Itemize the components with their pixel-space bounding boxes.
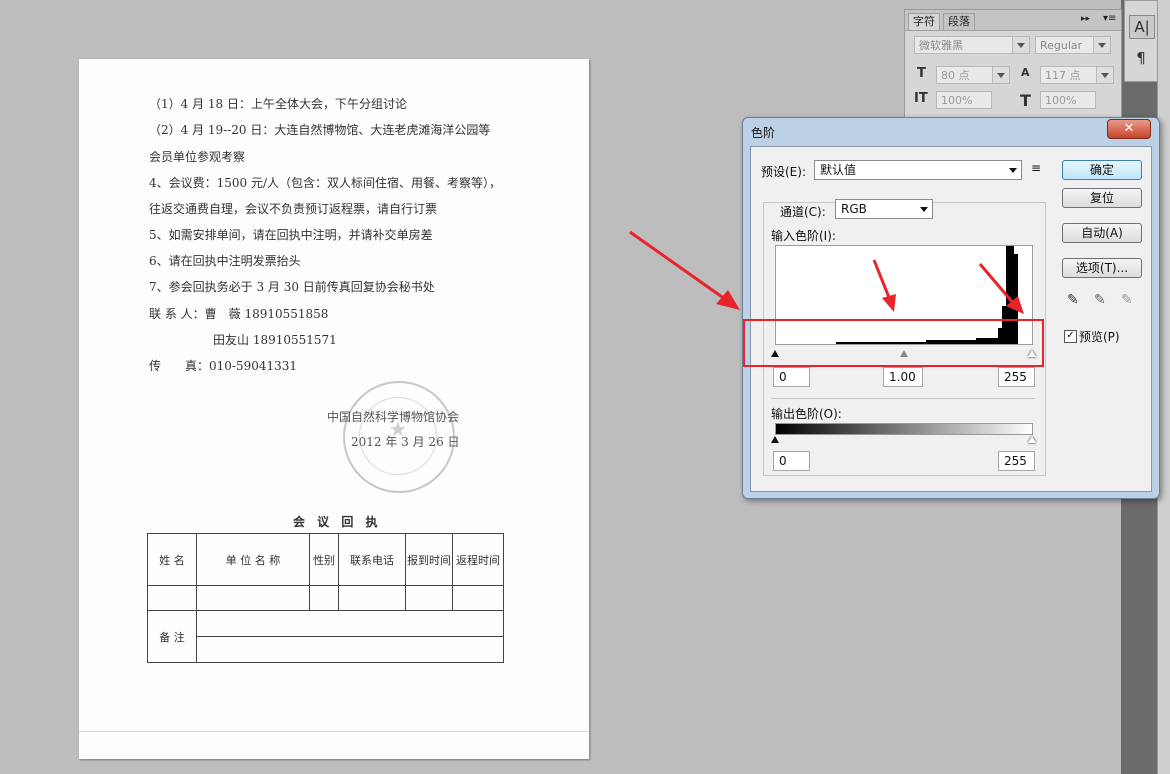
font-family-select[interactable]: 微软雅黑 (914, 36, 1030, 54)
th-arrival: 报到时间 (405, 533, 453, 586)
preview-checkbox[interactable]: ✓ (1064, 330, 1077, 343)
gray-eyedropper-icon[interactable]: ✎ (1094, 292, 1106, 308)
separator (771, 398, 1035, 399)
doc-line: 7、参会回执务必于 3 月 30 日前传真回复协会秘书处 (149, 280, 435, 294)
input-white-field[interactable]: 255 (998, 367, 1035, 387)
close-button[interactable]: ✕ (1107, 119, 1151, 139)
tab-character[interactable]: 字符 (908, 13, 940, 30)
levels-dialog: 色阶 ✕ 预设(E): 默认值 ≡ 通道(C): RGB 输入色阶(I): 0 … (742, 117, 1160, 499)
doc-date: 2012 年 3 月 26 日 (351, 435, 460, 449)
paragraph-panel-icon[interactable]: ¶ (1129, 47, 1153, 69)
doc-line: 传 真：010-59041331 (149, 359, 298, 373)
preview-label: 预览(P) (1079, 330, 1120, 344)
output-black-field[interactable]: 0 (773, 451, 810, 471)
leading-icon: A (1021, 66, 1030, 79)
table-row (148, 636, 504, 663)
font-style-select[interactable]: Regular (1035, 36, 1111, 54)
output-white-field[interactable]: 255 (998, 451, 1035, 471)
vertical-scale-icon: IT (914, 91, 928, 106)
channel-label: 通道(C): (777, 203, 829, 220)
output-black-slider[interactable] (771, 436, 779, 443)
black-eyedropper-icon[interactable]: ✎ (1067, 292, 1079, 308)
chevron-down-icon (992, 67, 1009, 83)
doc-line: 5、如需安排单间，请在回执中注明，并请补交单房差 (149, 228, 433, 242)
dialog-title: 色阶 (751, 126, 776, 140)
th-gender: 性别 (309, 533, 339, 586)
th-unit: 单 位 名 称 (196, 533, 310, 586)
font-size-value: 80 点 (941, 69, 970, 82)
preset-select[interactable]: 默认值 (814, 160, 1022, 180)
output-gradient (775, 423, 1033, 435)
output-white-slider[interactable] (1028, 436, 1036, 443)
table-row (147, 585, 504, 611)
chevron-down-icon (1009, 168, 1017, 173)
chevron-down-icon (1096, 67, 1113, 83)
reply-table: 姓 名 单 位 名 称 性别 联系电话 报到时间 返程时间 备 注 (147, 533, 504, 663)
doc-line: 联 系 人：曹 薇 18910551858 (149, 307, 329, 321)
panel-tabs: 字符 段落 ▸▸ ▾≡ (905, 10, 1121, 31)
table-row: 备 注 (147, 610, 504, 663)
tool-panel: A| ¶ (1124, 0, 1158, 82)
highlight-box (743, 319, 1044, 367)
horizontal-scale-field[interactable]: 100% (1040, 91, 1096, 109)
annotation-arrow (978, 263, 1024, 314)
font-size-field[interactable]: 80 点 (936, 66, 1010, 84)
chevron-down-icon (1012, 37, 1029, 53)
th-return: 返程时间 (452, 533, 504, 586)
th-name: 姓 名 (147, 533, 197, 586)
annotation-arrow (629, 230, 740, 310)
th-phone: 联系电话 (338, 533, 406, 586)
document-page: （1）4 月 18 日：上午全体大会，下午分组讨论 （2）4 月 19--20 … (79, 59, 589, 759)
leading-value: 117 点 (1045, 69, 1081, 82)
ok-button[interactable]: 确定 (1062, 160, 1142, 180)
doc-line: （2）4 月 19--20 日：大连自然博物馆、大连老虎滩海洋公园等 (149, 123, 491, 137)
panel-collapse-icon[interactable]: ▸▸ (1081, 14, 1090, 24)
page-edge-line (79, 731, 589, 732)
chevron-down-icon (920, 207, 928, 212)
vertical-scale-field[interactable]: 100% (936, 91, 992, 109)
channel-value: RGB (841, 202, 867, 216)
input-gamma-field[interactable]: 1.00 (883, 367, 923, 387)
character-panel: 字符 段落 ▸▸ ▾≡ 微软雅黑 Regular T 80 点 A 117 点 … (904, 9, 1122, 118)
horizontal-scale-icon: T (1020, 91, 1031, 110)
doc-line: 6、请在回执中注明发票抬头 (149, 254, 301, 268)
font-family-value: 微软雅黑 (919, 39, 963, 52)
annotation-arrow (872, 259, 896, 312)
options-button[interactable]: 选项(T)... (1062, 258, 1142, 278)
channel-select[interactable]: RGB (835, 199, 933, 219)
font-style-value: Regular (1040, 39, 1083, 52)
auto-button[interactable]: 自动(A) (1062, 223, 1142, 243)
white-eyedropper-icon[interactable]: ✎ (1121, 292, 1133, 308)
org-name: 中国自然科学博物馆协会 (327, 410, 460, 424)
doc-line: 田友山 18910551571 (213, 333, 337, 347)
character-panel-icon[interactable]: A| (1129, 15, 1155, 39)
preset-menu-icon[interactable]: ≡ (1031, 161, 1041, 175)
panel-menu-icon[interactable]: ▾≡ (1103, 13, 1116, 24)
doc-line: 会员单位参观考察 (149, 150, 246, 164)
doc-line: 4、会议费：1500 元/人（包含：双人标间住宿、用餐、考察等）， (149, 176, 502, 190)
leading-field[interactable]: 117 点 (1040, 66, 1114, 84)
tab-paragraph[interactable]: 段落 (943, 13, 975, 30)
remark-label: 备 注 (147, 610, 197, 663)
preset-value: 默认值 (820, 163, 857, 177)
reply-form-title: 会 议 回 执 (293, 515, 382, 529)
doc-line: （1）4 月 18 日：上午全体大会，下午分组讨论 (149, 97, 407, 111)
reset-button[interactable]: 复位 (1062, 188, 1142, 208)
input-levels-label: 输入色阶(I): (771, 229, 836, 243)
chevron-down-icon (1093, 37, 1110, 53)
doc-line: 往返交通费自理，会议不负责预订返程票，请自行订票 (149, 202, 438, 216)
output-levels-label: 输出色阶(O): (771, 407, 842, 421)
font-size-icon: T (917, 66, 926, 81)
preset-label: 预设(E): (761, 165, 806, 179)
input-black-field[interactable]: 0 (773, 367, 810, 387)
